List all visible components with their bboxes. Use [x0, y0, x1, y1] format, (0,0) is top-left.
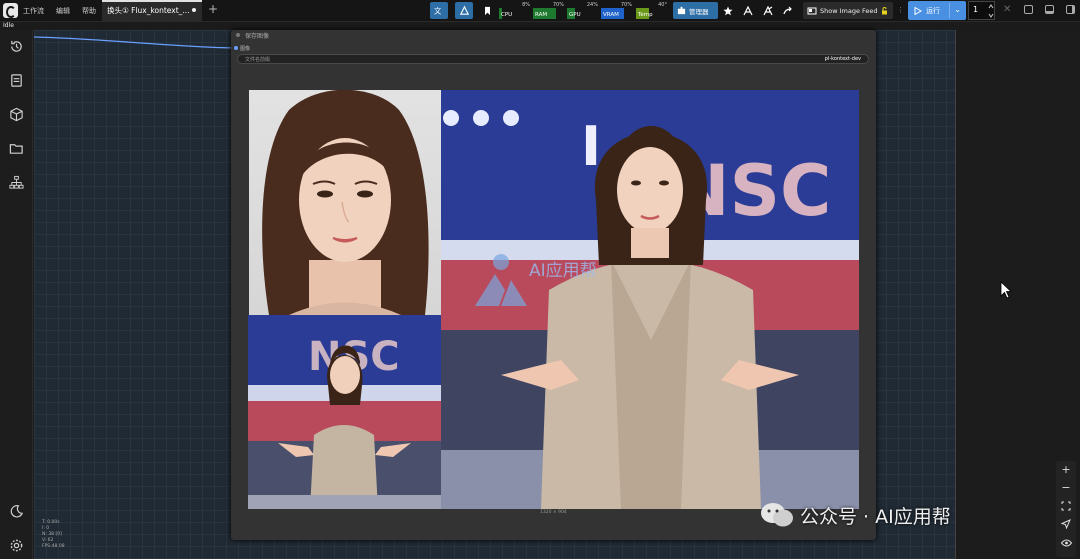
gpu-monitor: GPU 24% [567, 2, 600, 19]
gpu-percent: 24% [586, 2, 598, 8]
temp-label: Temp [638, 12, 653, 18]
queue-list-icon[interactable] [9, 73, 24, 88]
settings-gear-icon[interactable] [9, 538, 24, 553]
drag-handle-icon[interactable]: ⋮ [897, 6, 904, 16]
menu-help[interactable]: 帮助 [82, 6, 96, 16]
ram-label: RAM [535, 12, 548, 18]
manager-button[interactable]: 管理器 [673, 2, 718, 19]
mouse-cursor-icon [1000, 281, 1012, 299]
reference-image[interactable]: NSC [248, 315, 441, 509]
image-size-label: 1320 × 904 [540, 510, 567, 515]
lock-icon [881, 6, 887, 14]
select-mode-icon[interactable] [1059, 519, 1073, 533]
bookmark-icon [484, 6, 490, 15]
cpu-monitor: CPU 8% [499, 2, 532, 19]
wechat-icon [761, 503, 793, 527]
cpu-percent: 8% [522, 2, 530, 8]
temp-percent: 40° [658, 2, 667, 8]
ram-monitor: RAM 70% [533, 2, 566, 19]
temp-monitor: Temp 40° [636, 2, 669, 19]
close-icon[interactable]: ✕ [1003, 4, 1011, 15]
performance-stats: T: 0.00s I: 0 N: 38 [0] V: 62 FPS:48.08 [42, 520, 65, 550]
wechat-watermark: 公众号 · AI应用帮 [760, 500, 951, 530]
workflow-tab[interactable]: 换头① Flux_kontext_... [102, 0, 202, 22]
run-separator [949, 3, 950, 18]
link-wire [34, 36, 235, 49]
ram-percent: 70% [552, 2, 564, 8]
fit-view-icon[interactable] [1059, 501, 1073, 515]
vram-monitor: VRAM 70% [601, 2, 634, 19]
output-image[interactable]: I NSC AI应用帮 [441, 90, 859, 509]
play-icon [914, 6, 922, 15]
share-arrow-icon [783, 6, 792, 14]
watermark-logo-icon [471, 250, 531, 310]
clean-vram-icon [743, 5, 753, 15]
gpu-label: GPU [569, 12, 581, 18]
show-image-feed-button[interactable]: Show Image Feed [803, 2, 893, 19]
svg-text:文: 文 [434, 6, 442, 15]
workflow-tab-title: 换头① Flux_kontext_... [107, 6, 190, 15]
star-icon [723, 6, 733, 15]
left-sidebar [0, 30, 33, 559]
new-tab-button[interactable]: + [208, 2, 218, 16]
portrait-image[interactable] [249, 90, 441, 315]
visibility-eye-icon[interactable] [1059, 537, 1073, 551]
triangle-ruler-icon [459, 5, 469, 15]
run-label: 运行 [926, 6, 940, 15]
tool-b-button[interactable] [759, 2, 777, 19]
watermark-overlay-text: AI应用帮 [529, 261, 597, 281]
stepper-arrows-icon[interactable] [988, 3, 994, 19]
unsaved-dot-icon [192, 8, 196, 12]
puzzle-icon [677, 6, 686, 15]
vram-label: VRAM [603, 12, 619, 18]
queue-status: Idle [3, 22, 14, 29]
batch-count-value: 1 [973, 5, 979, 14]
node-template-button[interactable] [455, 2, 473, 19]
share-button[interactable] [779, 2, 797, 19]
menu-workflow[interactable]: 工作流 [23, 6, 44, 16]
model-cube-icon[interactable] [9, 107, 24, 122]
zoom-out-icon[interactable]: − [1059, 481, 1073, 495]
zoom-in-icon[interactable]: + [1059, 463, 1073, 477]
history-icon[interactable] [9, 39, 24, 54]
image-input-slot[interactable] [234, 46, 238, 50]
node-tree-icon[interactable] [9, 175, 24, 190]
fit-view-icon-svg [1061, 501, 1071, 511]
eye-icon [1060, 539, 1072, 547]
menu-edit[interactable]: 编辑 [56, 6, 70, 16]
node-title: 保存图像 [245, 33, 270, 40]
cpu-label: CPU [501, 12, 513, 18]
side-panel-icon[interactable] [1066, 5, 1075, 14]
image-feed-icon [807, 7, 817, 14]
watermark-text: 公众号 · AI应用帮 [800, 505, 951, 528]
folder-icon[interactable] [9, 141, 24, 156]
run-button[interactable]: 运行 ⌄ [908, 1, 966, 20]
filename-prefix-label: 文件名前缀 [245, 57, 271, 63]
stat-fps: FPS:48.08 [42, 544, 65, 549]
app-logo[interactable] [3, 3, 18, 18]
bottom-panel-icon[interactable] [1045, 5, 1054, 14]
canvas-controls: + − [1056, 461, 1076, 557]
bookmark-button[interactable] [478, 2, 496, 19]
show-image-feed-label: Show Image Feed [820, 6, 878, 15]
tool-a-button[interactable] [739, 2, 757, 19]
node-collapse-dot[interactable] [236, 33, 240, 37]
filename-prefix-field[interactable]: 文件名前缀 pl-kontext-dev [237, 54, 869, 64]
vram-percent: 70% [620, 2, 632, 8]
filename-prefix-value: pl-kontext-dev [824, 56, 861, 62]
image-input-label: 图像 [240, 46, 251, 52]
top-bar: 工作流 编辑 帮助 换头① Flux_kontext_... + 文 CPU 8… [0, 0, 1080, 22]
navigation-arrow-icon [1060, 519, 1071, 530]
manager-label: 管理器 [689, 7, 709, 16]
favorite-button[interactable] [719, 2, 737, 19]
translate-icon: 文 [434, 6, 442, 15]
moon-icon[interactable] [9, 504, 24, 519]
clean-cache-icon [763, 5, 773, 15]
translate-button[interactable]: 文 [430, 2, 448, 19]
chevron-down-icon[interactable]: ⌄ [954, 5, 961, 14]
panel-toggle-icon[interactable] [1024, 5, 1033, 14]
